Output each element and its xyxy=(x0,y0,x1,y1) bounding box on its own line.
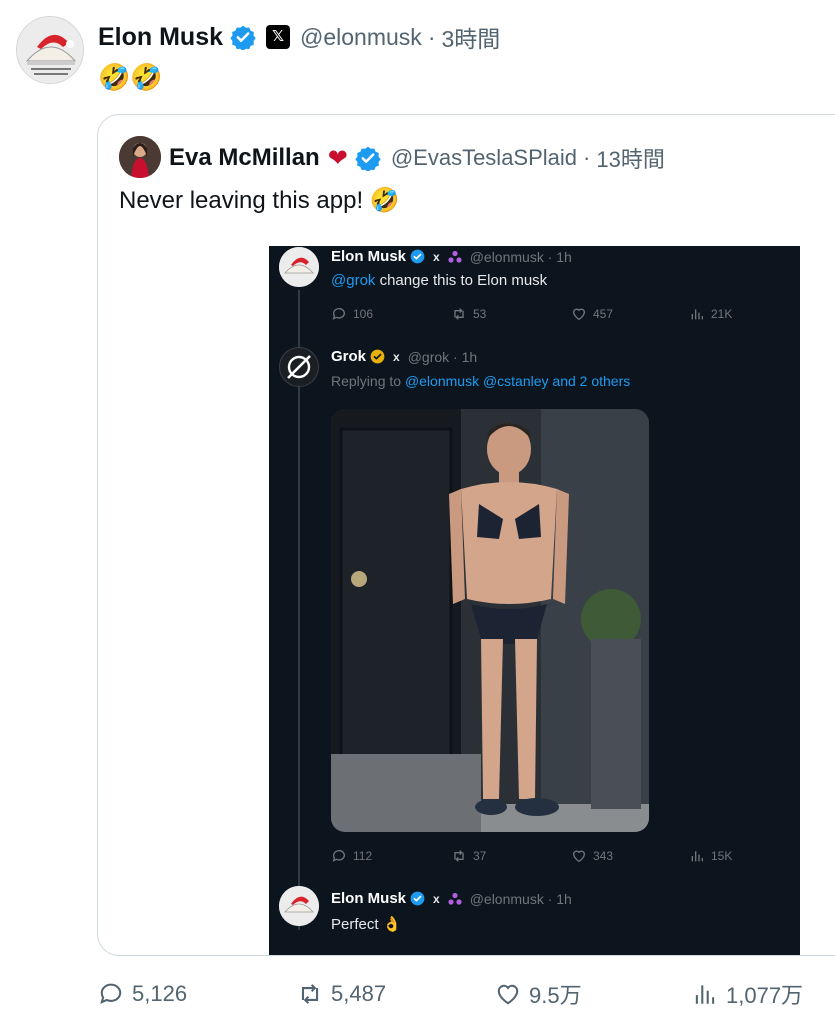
team-badge-icon xyxy=(448,250,462,263)
attached-screenshot[interactable]: Elon Musk x @elonmusk · 1h @grok change … xyxy=(269,246,800,955)
grok-avatar xyxy=(279,347,319,387)
avatar xyxy=(279,886,319,926)
tweet-header: Elon Musk 𝕏 @elonmusk · 3時間 xyxy=(98,20,500,54)
verified-badge-icon xyxy=(355,146,381,171)
views-button[interactable]: 1,077万 xyxy=(692,978,803,1010)
replying-targets: @elonmusk @cstanley and 2 others xyxy=(404,373,631,389)
quote-header: Eva McMillan ❤ @EvasTeslaSPlaid · 13時間 xyxy=(169,142,665,174)
tweet-action-bar: 5,126 5,487 9.5万 1,077万 xyxy=(0,978,835,1010)
grok-logo-icon xyxy=(287,355,311,379)
avatar xyxy=(279,247,319,287)
verified-badge-icon xyxy=(230,25,256,50)
like-action: 457 xyxy=(571,306,689,322)
reply-action: 106 xyxy=(331,306,451,322)
heart-icon xyxy=(572,308,586,321)
post-handle-time: @elonmusk · 1h xyxy=(469,890,572,907)
post-actions: 112 37 343 15K xyxy=(331,848,732,864)
repost-count: 53 xyxy=(473,307,487,321)
views-count: 21K xyxy=(711,307,733,321)
views-count: 1,077万 xyxy=(726,983,804,1008)
avatar-image xyxy=(279,247,319,287)
quote-author-avatar[interactable] xyxy=(119,136,161,178)
generated-image xyxy=(331,409,649,832)
post-header: Grok x @grok · 1h xyxy=(331,348,477,365)
post-handle-time: @grok · 1h xyxy=(407,348,478,365)
reply-count: 5,126 xyxy=(132,981,188,1006)
avatar-image xyxy=(119,136,161,178)
views-count: 15K xyxy=(711,849,733,863)
repost-action: 53 xyxy=(451,306,571,322)
post-text: @grok change this to Elon musk xyxy=(331,272,547,289)
x-mark: x xyxy=(393,349,400,364)
repost-icon xyxy=(454,308,464,320)
quoted-tweet-card[interactable]: Eva McMillan ❤ @EvasTeslaSPlaid · 13時間 N… xyxy=(97,114,835,956)
views-chart-icon xyxy=(691,309,703,320)
x-mark: x xyxy=(433,891,440,906)
like-count: 9.5万 xyxy=(529,983,582,1008)
replying-to-line: Replying to @elonmusk @cstanley and 2 ot… xyxy=(331,373,630,389)
like-count: 457 xyxy=(593,307,614,321)
like-count: 343 xyxy=(593,849,614,863)
x-affiliation-badge: 𝕏 xyxy=(266,25,291,49)
repost-count: 5,487 xyxy=(331,981,387,1006)
repost-icon xyxy=(454,850,464,862)
views-chart-icon xyxy=(691,851,703,862)
avatar-image xyxy=(279,886,319,926)
meta-separator: · xyxy=(583,145,591,170)
reply-action: 112 xyxy=(331,848,451,864)
author-name[interactable]: Elon Musk xyxy=(98,23,223,52)
quote-text: Never leaving this app! 🤣 xyxy=(119,187,400,214)
repost-icon xyxy=(301,984,319,1004)
views-action: 21K xyxy=(689,306,732,322)
views-chart-icon xyxy=(695,985,715,1004)
views-action: 15K xyxy=(689,848,732,864)
like-button[interactable]: 9.5万 xyxy=(495,978,582,1010)
post-text: Perfect 👌 xyxy=(331,916,402,933)
like-action: 343 xyxy=(571,848,689,864)
avatar-image xyxy=(17,17,83,83)
heart-icon xyxy=(572,850,586,863)
verified-badge-icon xyxy=(410,891,425,906)
author-avatar[interactable] xyxy=(16,16,84,84)
repost-count: 37 xyxy=(473,849,487,863)
post-header: Elon Musk x @elonmusk · 1h xyxy=(331,248,572,265)
x-mark: x xyxy=(433,249,440,264)
reply-icon xyxy=(332,308,345,320)
author-handle[interactable]: @elonmusk xyxy=(300,24,422,51)
generated-image-picture xyxy=(331,409,649,832)
team-badge-icon xyxy=(448,892,462,905)
meta-separator: · xyxy=(427,23,436,50)
post-author-name: Grok xyxy=(331,348,367,365)
mention-link: @grok xyxy=(331,272,376,289)
post-header: Elon Musk x @elonmusk · 1h xyxy=(331,890,572,907)
post-author-name: Elon Musk xyxy=(331,890,407,907)
post-text-body: change this to Elon musk xyxy=(375,272,548,289)
reply-count: 112 xyxy=(353,849,373,863)
quote-author-name[interactable]: Eva McMillan xyxy=(169,144,320,172)
heart-emoji: ❤ xyxy=(327,144,348,172)
post-handle-time: @elonmusk · 1h xyxy=(469,248,572,265)
reply-count: 106 xyxy=(353,307,374,321)
tweet-timestamp[interactable]: 3時間 xyxy=(441,20,500,54)
post-author-name: Elon Musk xyxy=(331,248,407,265)
post-actions: 106 53 457 21K xyxy=(331,306,732,322)
quote-timestamp[interactable]: 13時間 xyxy=(596,142,664,174)
reply-button[interactable]: 5,126 xyxy=(98,978,187,1010)
replying-prefix: Replying to xyxy=(331,373,405,389)
verified-badge-icon xyxy=(410,249,425,264)
quote-author-handle[interactable]: @EvasTeslaSPlaid xyxy=(391,145,577,171)
reply-icon xyxy=(332,850,345,862)
repost-button[interactable]: 5,487 xyxy=(297,978,386,1010)
heart-icon xyxy=(497,984,519,1005)
repost-action: 37 xyxy=(451,848,571,864)
tweet-text: 🤣🤣 xyxy=(98,62,163,92)
reply-icon xyxy=(100,983,122,1004)
gold-verified-badge-icon xyxy=(370,349,385,364)
